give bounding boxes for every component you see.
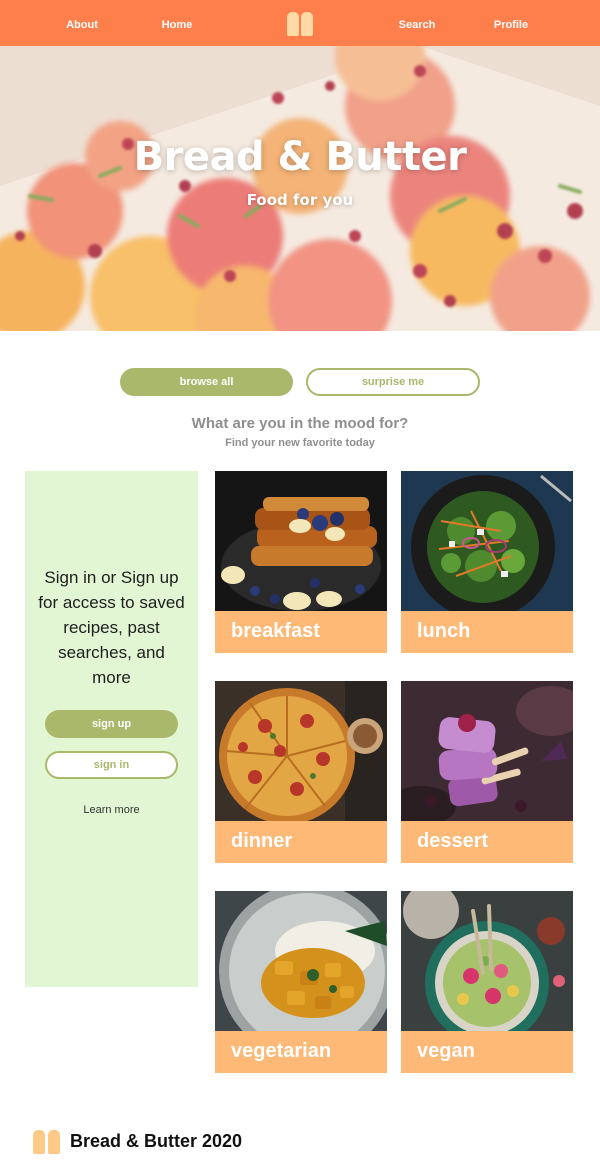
browse-all-button[interactable]: browse all — [120, 368, 293, 396]
category-card-vegetarian[interactable]: vegetarian — [215, 891, 387, 1073]
mood-subheading: Find your new favorite today — [225, 437, 375, 449]
category-card-dinner[interactable]: dinner — [215, 681, 387, 863]
vegetarian-image — [215, 891, 387, 1031]
hero-subtitle: Food for you — [246, 191, 354, 209]
surprise-me-button[interactable]: surprise me — [306, 368, 480, 396]
category-label-dinner: dinner — [231, 830, 293, 852]
hero-title: Bread & Butter — [133, 134, 467, 180]
category-label-vegan: vegan — [417, 1040, 475, 1062]
footer-bread-loaf-icon — [33, 1130, 60, 1154]
category-card-breakfast[interactable]: breakfast — [215, 471, 387, 653]
nav-search-link[interactable]: Search — [377, 0, 457, 46]
hero-overlay — [0, 46, 600, 331]
category-label-breakfast: breakfast — [231, 620, 320, 642]
signin-panel: Sign in or Sign up for access to saved r… — [25, 471, 198, 987]
dessert-image — [401, 681, 573, 821]
sign-in-button[interactable]: sign in — [45, 751, 178, 779]
category-label-dessert: dessert — [417, 830, 489, 852]
breakfast-image — [215, 471, 387, 611]
signin-message: Sign in or Sign up for access to saved r… — [38, 568, 185, 687]
nav-home-link[interactable]: Home — [137, 0, 217, 46]
nav-about-link[interactable]: About — [42, 0, 122, 46]
hero-banner: Bread & Butter Food for you — [0, 46, 600, 331]
category-card-dessert[interactable]: dessert — [401, 681, 573, 863]
category-label-vegetarian: vegetarian — [231, 1040, 332, 1062]
mood-heading: What are you in the mood for? — [191, 415, 409, 432]
category-card-lunch[interactable]: lunch — [401, 471, 573, 653]
learn-more-link[interactable]: Learn more — [25, 804, 198, 816]
footer-text: Bread & Butter 2020 — [70, 1131, 243, 1151]
nav-profile-link[interactable]: Profile — [471, 0, 551, 46]
lunch-image — [401, 471, 573, 611]
vegan-image — [401, 891, 573, 1031]
sign-up-button[interactable]: sign up — [45, 710, 178, 738]
top-nav: About Home Search Profile — [0, 0, 600, 46]
category-card-vegan[interactable]: vegan — [401, 891, 573, 1073]
dinner-image — [215, 681, 387, 821]
bread-loaf-icon[interactable] — [287, 12, 313, 36]
category-label-lunch: lunch — [417, 620, 471, 642]
